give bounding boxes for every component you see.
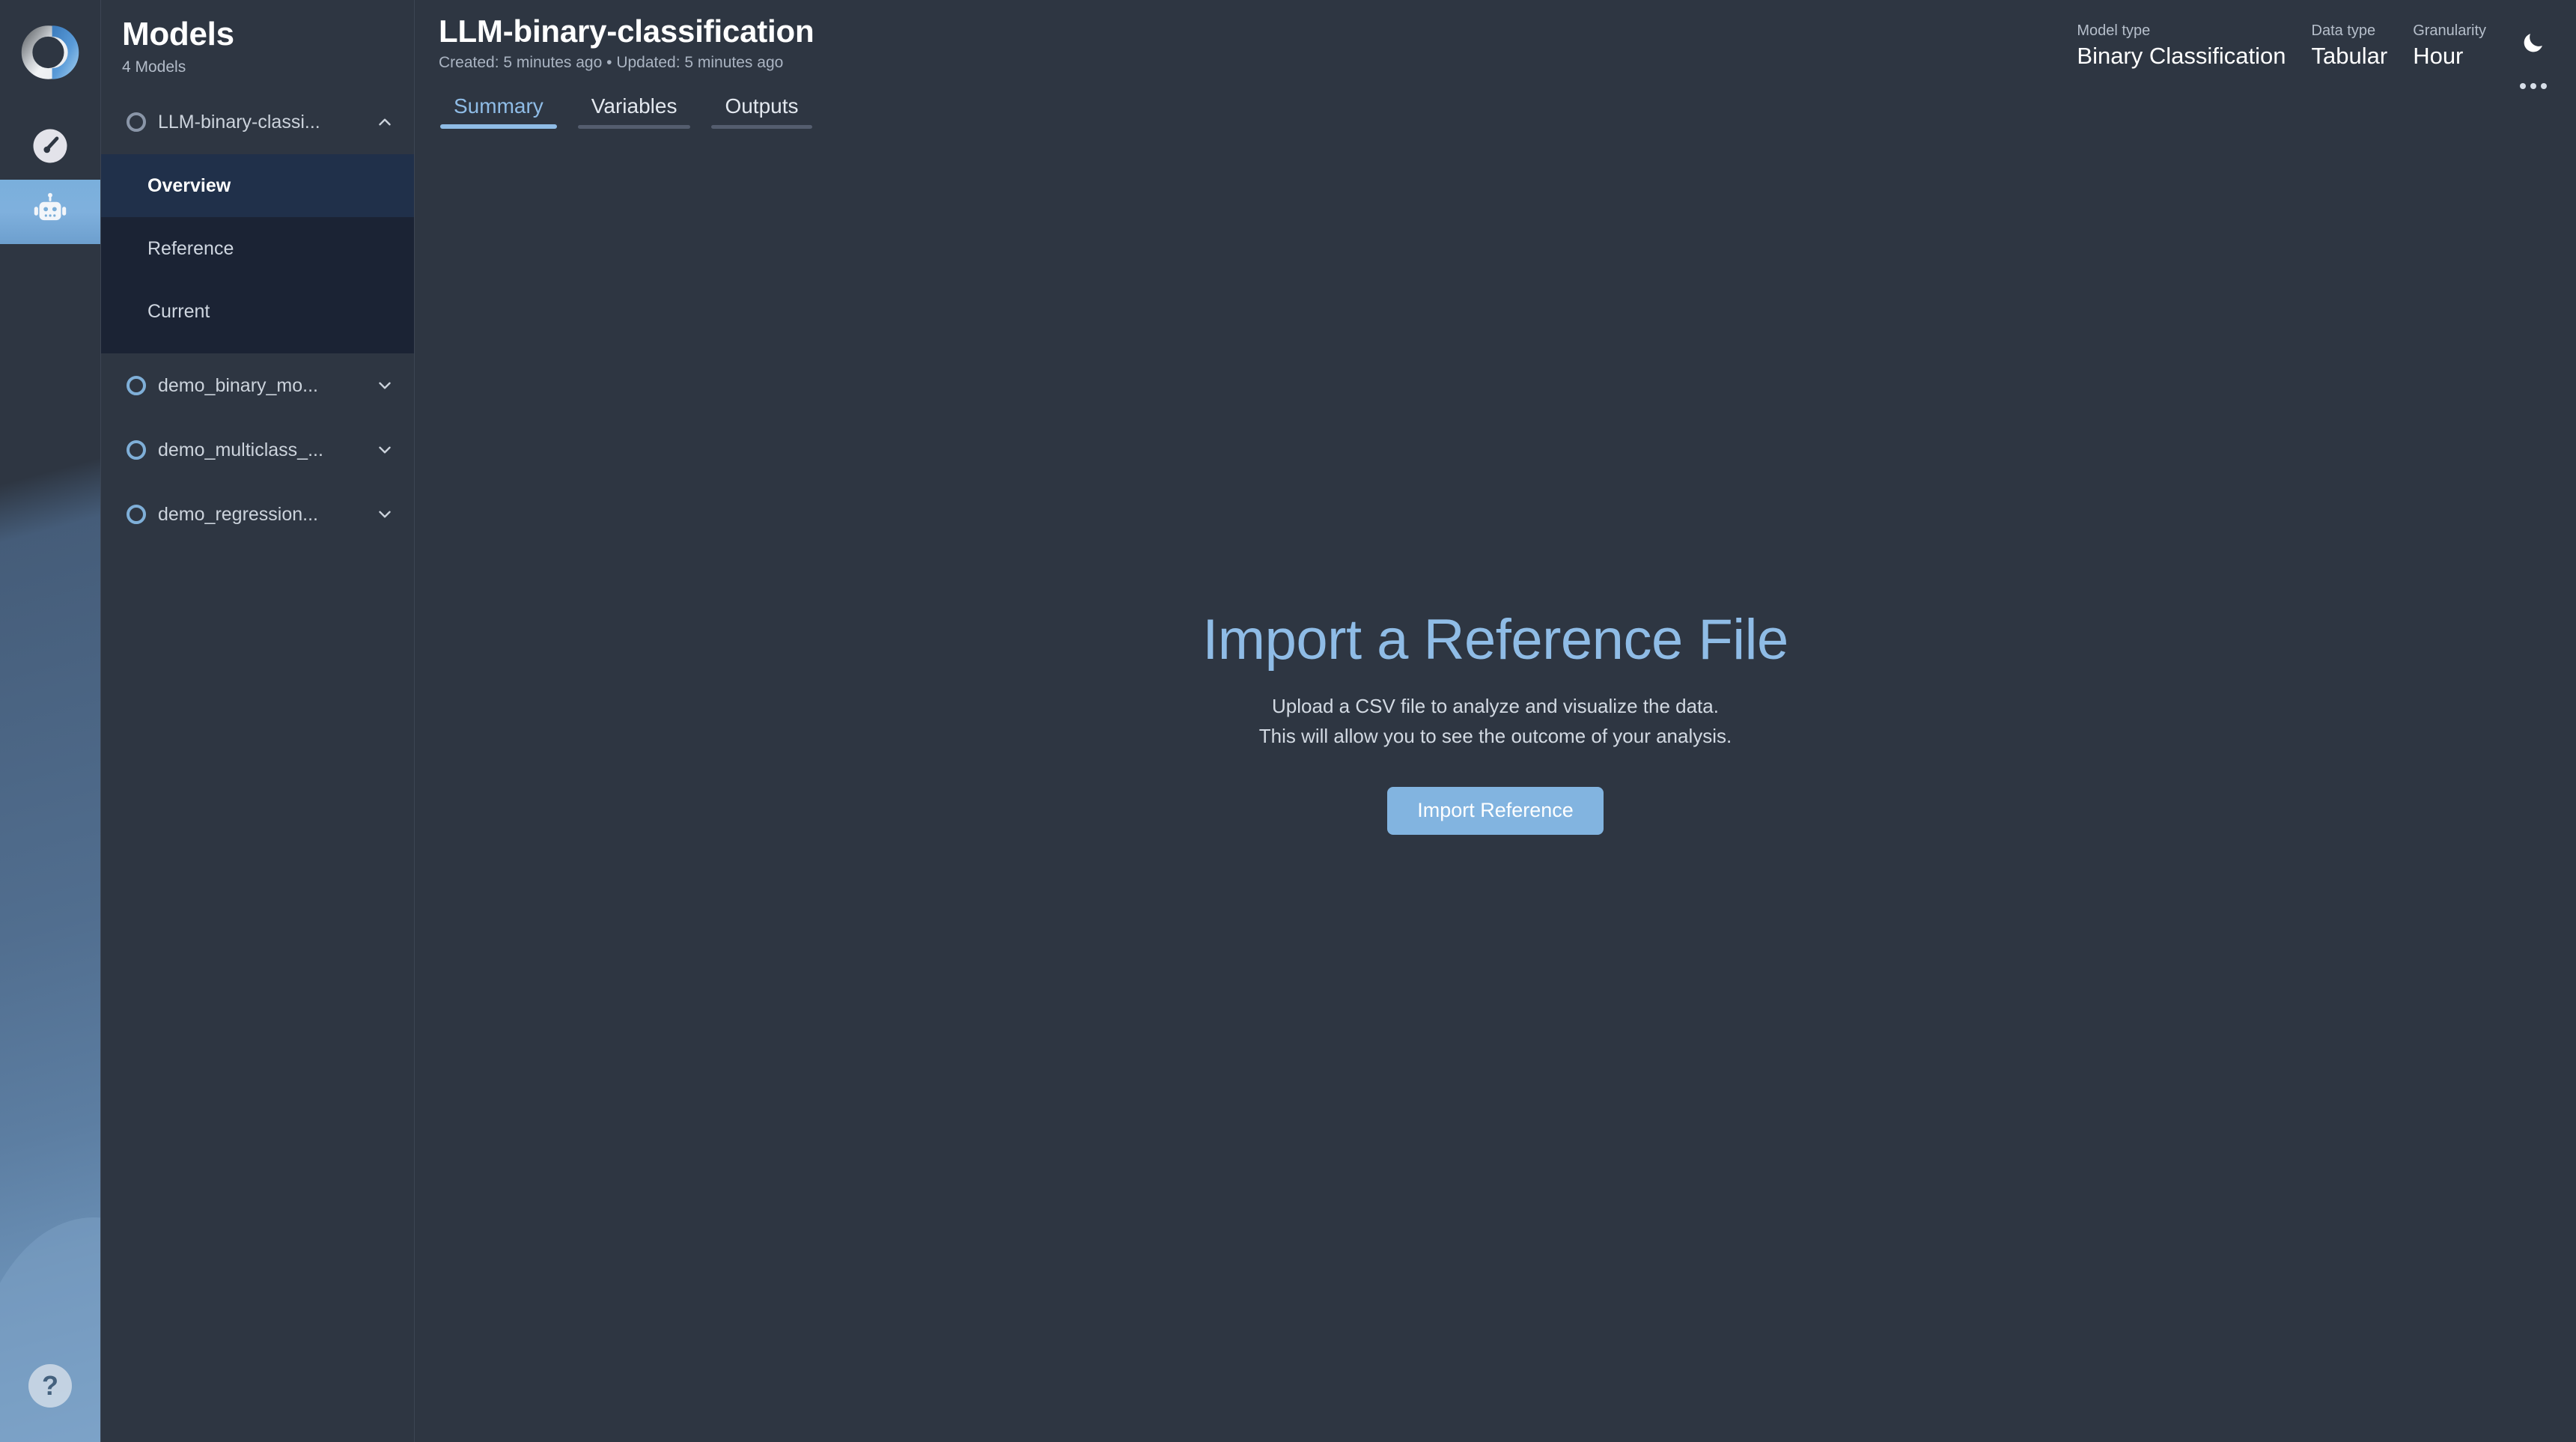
model-tree-item-demo-regression[interactable]: demo_regression...	[101, 482, 414, 547]
rail-item-models[interactable]	[0, 180, 100, 244]
attribute-model-type: Model type Binary Classification	[2077, 21, 2286, 70]
empty-state-description: Upload a CSV file to analyze and visuali…	[1259, 691, 1732, 752]
header-actions	[2518, 21, 2549, 102]
page-timestamps: Created: 5 minutes ago • Updated: 5 minu…	[439, 54, 784, 72]
app-root: ? Models 4 Models LLM-binary-classi... O…	[0, 0, 2576, 1442]
chevron-down-icon[interactable]	[374, 439, 396, 461]
model-tree-item-llm-binary-classification[interactable]: LLM-binary-classi...	[101, 90, 414, 155]
model-status-dot	[127, 440, 146, 460]
attribute-value: Hour	[2413, 43, 2464, 69]
tab-variables[interactable]: Variables	[567, 96, 701, 129]
page-header-left: LLM-binary-classification Created: 5 min…	[439, 13, 814, 72]
attribute-data-type: Data type Tabular	[2312, 21, 2388, 70]
help-button[interactable]: ?	[28, 1364, 72, 1408]
sidebar-item-reference[interactable]: Reference	[101, 217, 414, 280]
model-name-label: demo_multiclass_...	[158, 439, 323, 460]
model-name-label: demo_binary_mo...	[158, 374, 319, 396]
sidebar-model-count: 4 Models	[122, 58, 186, 76]
sidebar-header: Models 4 Models	[101, 0, 414, 90]
empty-state-title: Import a Reference File	[1202, 608, 1788, 672]
tab-summary[interactable]: Summary	[430, 96, 567, 129]
import-reference-button[interactable]: Import Reference	[1387, 787, 1604, 835]
sidebar-item-current[interactable]: Current	[101, 280, 414, 343]
robot-models-icon	[29, 189, 71, 235]
model-status-dot	[127, 505, 146, 525]
tab-underline	[711, 125, 812, 129]
model-tree: LLM-binary-classi... Overview Reference …	[101, 90, 414, 547]
tab-underline	[577, 125, 691, 129]
question-mark-icon: ?	[42, 1370, 58, 1401]
model-status-dot	[127, 376, 146, 396]
attribute-value: Tabular	[2311, 43, 2388, 69]
model-name-label: demo_regression...	[158, 503, 319, 525]
main-panel: LLM-binary-classification Created: 5 min…	[415, 0, 2576, 1442]
attribute-value: Binary Classification	[2077, 43, 2286, 69]
empty-state-line-2: This will allow you to see the outcome o…	[1258, 724, 1732, 747]
dashboard-gauge-icon	[30, 126, 70, 170]
attribute-label: Model type	[2077, 22, 2151, 39]
attribute-label: Data type	[2311, 22, 2376, 39]
tab-bar: Summary Variables Outputs	[415, 96, 2576, 129]
model-status-dot	[127, 112, 146, 133]
model-submenu: Overview Reference Current	[101, 154, 414, 354]
empty-state: Import a Reference File Upload a CSV fil…	[415, 129, 2576, 1442]
attribute-granularity: Granularity Hour	[2413, 21, 2486, 70]
app-logo[interactable]	[14, 16, 86, 88]
empty-state-line-1: Upload a CSV file to analyze and visuali…	[1272, 694, 1719, 717]
chevron-down-icon[interactable]	[374, 374, 396, 397]
models-sidebar: Models 4 Models LLM-binary-classi... Ove…	[100, 0, 415, 1442]
model-name-label: LLM-binary-classi...	[158, 111, 320, 133]
tab-underline	[440, 124, 557, 129]
tab-label: Variables	[591, 94, 678, 118]
icon-rail: ?	[0, 0, 100, 1442]
tab-label: Outputs	[725, 94, 799, 118]
model-tree-item-demo-binary[interactable]: demo_binary_mo...	[101, 353, 414, 418]
tab-label: Summary	[454, 94, 543, 118]
page-header: LLM-binary-classification Created: 5 min…	[415, 0, 2576, 96]
tab-outputs[interactable]: Outputs	[701, 96, 822, 129]
rail-item-dashboard[interactable]	[0, 115, 100, 180]
model-attributes: Model type Binary Classification Data ty…	[2077, 13, 2549, 102]
sidebar-title: Models	[122, 16, 234, 52]
page-title: LLM-binary-classification	[439, 13, 814, 49]
chevron-down-icon[interactable]	[374, 503, 396, 526]
chevron-up-icon[interactable]	[374, 111, 396, 133]
model-tree-item-demo-multiclass[interactable]: demo_multiclass_...	[101, 418, 414, 482]
moon-icon[interactable]	[2518, 27, 2549, 58]
attribute-label: Granularity	[2413, 22, 2486, 39]
sidebar-item-overview[interactable]: Overview	[101, 154, 414, 218]
